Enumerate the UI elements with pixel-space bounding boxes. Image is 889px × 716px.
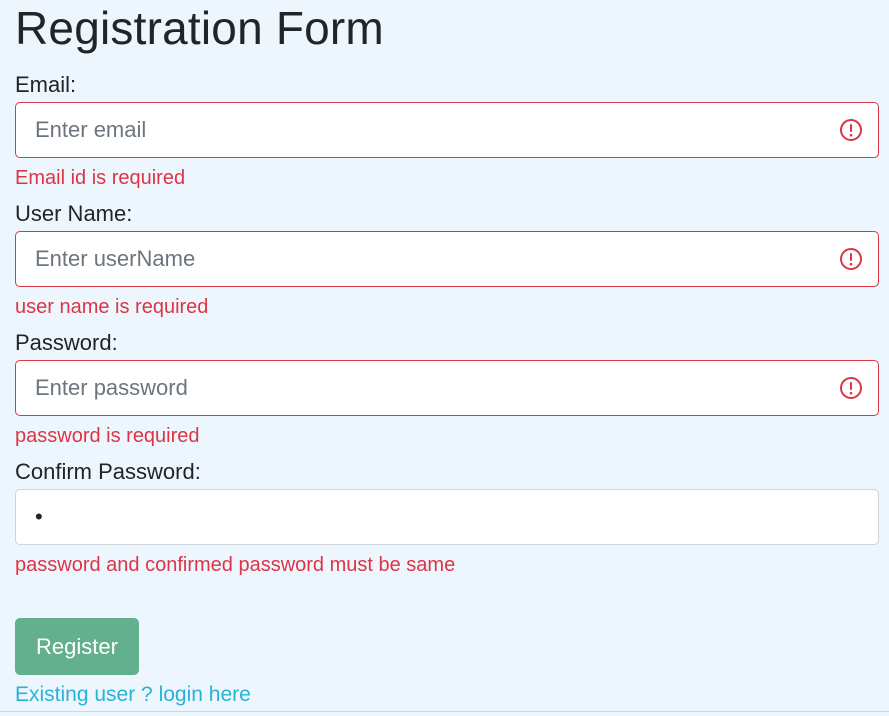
username-error-text: user name is required: [15, 296, 209, 318]
email-field-group: Email: Email id is required: [15, 72, 879, 191]
password-input[interactable]: [16, 361, 878, 415]
confirm-password-label: Confirm Password:: [15, 459, 201, 484]
exclamation-circle-icon: [840, 248, 862, 270]
password-error-text: password is required: [15, 425, 200, 447]
email-error-text: Email id is required: [15, 167, 186, 189]
confirm-password-field-group: Confirm Password: password and confirmed…: [15, 459, 879, 578]
registration-form: Registration Form Email: Email id is req…: [15, 0, 879, 706]
bottom-divider: [0, 711, 889, 712]
username-label: User Name:: [15, 201, 133, 226]
login-link[interactable]: Existing user ? login here: [15, 682, 251, 708]
email-input[interactable]: [16, 103, 878, 157]
password-label: Password:: [15, 330, 118, 355]
password-field-group: Password: password is required: [15, 330, 879, 449]
email-label: Email:: [15, 72, 77, 97]
password-input-box: [15, 360, 879, 416]
email-input-box: [15, 102, 879, 158]
page-title: Registration Form: [15, 2, 384, 54]
username-input[interactable]: [16, 232, 878, 286]
username-input-box: [15, 231, 879, 287]
exclamation-circle-icon: [840, 119, 862, 141]
register-button[interactable]: Register: [15, 618, 139, 675]
confirm-password-input-box: [15, 489, 879, 545]
exclamation-circle-icon: [840, 377, 862, 399]
confirm-password-input[interactable]: [16, 490, 878, 544]
username-field-group: User Name: user name is required: [15, 201, 879, 320]
confirm-password-error-text: password and confirmed password must be …: [15, 554, 456, 576]
